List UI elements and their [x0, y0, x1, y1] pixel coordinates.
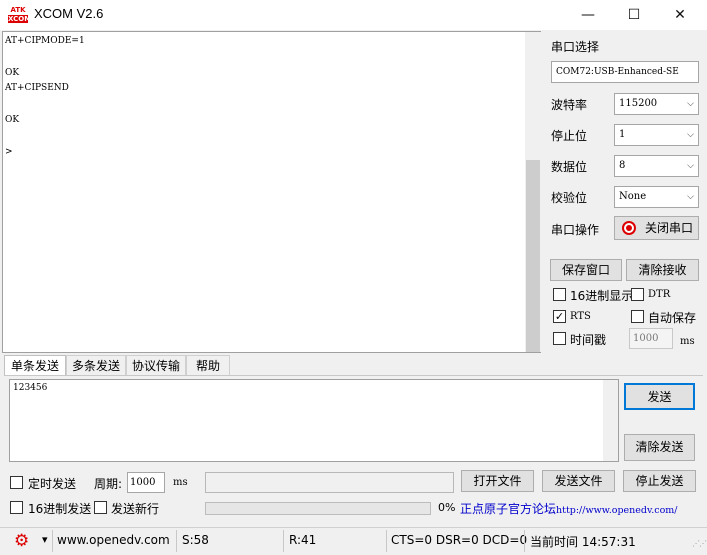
hex-send-label: 16进制发送	[28, 502, 92, 516]
port-operation-label: 串口操作	[551, 223, 600, 237]
tab-protocol[interactable]: 协议传输	[126, 355, 186, 376]
settings-dropdown-icon[interactable]: ▾	[42, 533, 48, 546]
baud-rate-value: 115200	[619, 98, 658, 109]
chevron-down-icon: ⌵	[687, 99, 694, 109]
chevron-down-icon: ⌵	[687, 192, 694, 202]
app-logo: ATK XCOM	[8, 6, 32, 24]
timestamp-ms-label: ms	[680, 336, 695, 347]
minimize-button[interactable]: —	[565, 0, 611, 30]
close-icon: ✕	[674, 7, 686, 23]
close-port-label: 关闭串口	[645, 221, 694, 235]
rts-label: RTS	[570, 311, 591, 322]
rts-checkbox[interactable]: ✓	[553, 310, 566, 323]
maximize-icon: ☐	[627, 7, 641, 23]
hex-display-checkbox[interactable]	[553, 288, 566, 301]
dtr-checkbox[interactable]	[631, 288, 644, 301]
file-path-input[interactable]	[205, 472, 454, 493]
progress-percent: 0%	[438, 501, 456, 514]
stop-bits-value: 1	[619, 129, 626, 140]
send-button[interactable]: 发送	[624, 383, 695, 410]
maximize-button[interactable]: ☐	[611, 0, 657, 30]
resize-grip-icon[interactable]: ⋰⋰	[692, 540, 707, 553]
status-current-time: 当前时间 14:57:31	[530, 535, 636, 549]
stop-send-button[interactable]: 停止发送	[623, 470, 696, 492]
period-input[interactable]: 1000	[127, 472, 165, 493]
timestamp-label: 时间戳	[570, 333, 607, 347]
port-select[interactable]: COM72:USB-Enhanced-SE	[551, 61, 699, 83]
stop-bits-select[interactable]: 1 ⌵	[614, 124, 699, 146]
period-label: 周期:	[94, 477, 123, 491]
status-received-count: R:41	[289, 533, 317, 547]
timed-send-label: 定时发送	[28, 477, 77, 491]
send-file-button[interactable]: 发送文件	[542, 470, 615, 492]
dtr-label: DTR	[648, 289, 671, 300]
stop-bits-label: 停止位	[551, 129, 588, 143]
data-bits-label: 数据位	[551, 160, 588, 174]
auto-save-label: 自动保存	[648, 311, 697, 325]
clear-receive-button[interactable]: 清除接收	[626, 259, 699, 281]
send-newline-label: 发送新行	[111, 502, 160, 516]
forum-link-url: http://www.openedv.com/	[556, 505, 678, 516]
window-title: XCOM V2.6	[34, 6, 104, 21]
tab-divider	[4, 375, 703, 376]
port-select-value: COM72:USB-Enhanced-SE	[556, 67, 679, 77]
port-select-label: 串口选择	[551, 40, 600, 54]
hex-send-checkbox[interactable]	[10, 501, 23, 514]
status-line-signals: CTS=0 DSR=0 DCD=0	[391, 533, 528, 547]
status-sent-count: S:58	[182, 533, 209, 547]
tab-single-send[interactable]: 单条发送	[4, 355, 66, 376]
send-progress-bar	[205, 502, 431, 515]
check-icon: ✓	[554, 310, 565, 323]
status-divider	[386, 530, 387, 552]
receive-scrollbar[interactable]	[525, 32, 541, 352]
send-text: 123456	[13, 383, 48, 393]
status-divider	[176, 530, 177, 552]
hex-display-label: 16进制显示	[570, 289, 634, 303]
receive-textarea[interactable]: AT+CIPMODE=1 OK AT+CIPSEND OK >	[2, 31, 541, 353]
baud-rate-label: 波特率	[551, 98, 588, 112]
auto-save-checkbox[interactable]	[631, 310, 644, 323]
baud-rate-select[interactable]: 115200 ⌵	[614, 93, 699, 115]
status-divider	[524, 530, 525, 552]
send-textarea[interactable]: 123456	[9, 379, 619, 462]
status-divider	[52, 530, 53, 552]
port-status-led-icon	[622, 221, 636, 235]
timestamp-interval-input[interactable]: 1000	[629, 328, 673, 349]
chevron-down-icon: ⌵	[687, 161, 694, 171]
data-bits-value: 8	[619, 160, 626, 171]
clear-send-button[interactable]: 清除发送	[624, 434, 695, 461]
close-port-button[interactable]: 关闭串口	[614, 216, 699, 240]
tab-help[interactable]: 帮助	[186, 355, 230, 376]
period-ms-label: ms	[173, 477, 188, 488]
minimize-icon: —	[581, 7, 595, 23]
open-file-button[interactable]: 打开文件	[461, 470, 534, 492]
timestamp-checkbox[interactable]	[553, 332, 566, 345]
send-newline-checkbox[interactable]	[94, 501, 107, 514]
send-scrollbar[interactable]	[603, 380, 618, 461]
close-button[interactable]: ✕	[657, 0, 703, 30]
gear-icon[interactable]: ⚙	[14, 531, 29, 551]
timed-send-checkbox[interactable]	[10, 476, 23, 489]
tab-multi-send[interactable]: 多条发送	[66, 355, 126, 376]
forum-link-text: 正点原子官方论坛	[460, 502, 557, 516]
parity-select[interactable]: None ⌵	[614, 186, 699, 208]
save-window-button[interactable]: 保存窗口	[550, 259, 622, 281]
chevron-down-icon: ⌵	[687, 130, 694, 140]
status-site: www.openedv.com	[57, 533, 170, 547]
receive-text: AT+CIPMODE=1 OK AT+CIPSEND OK >	[5, 36, 85, 157]
receive-scrollbar-thumb[interactable]	[526, 160, 540, 352]
parity-value: None	[619, 191, 647, 202]
parity-label: 校验位	[551, 191, 588, 205]
data-bits-select[interactable]: 8 ⌵	[614, 155, 699, 177]
status-divider	[283, 530, 284, 552]
forum-link[interactable]: 正点原子官方论坛http://www.openedv.com/	[460, 500, 678, 517]
